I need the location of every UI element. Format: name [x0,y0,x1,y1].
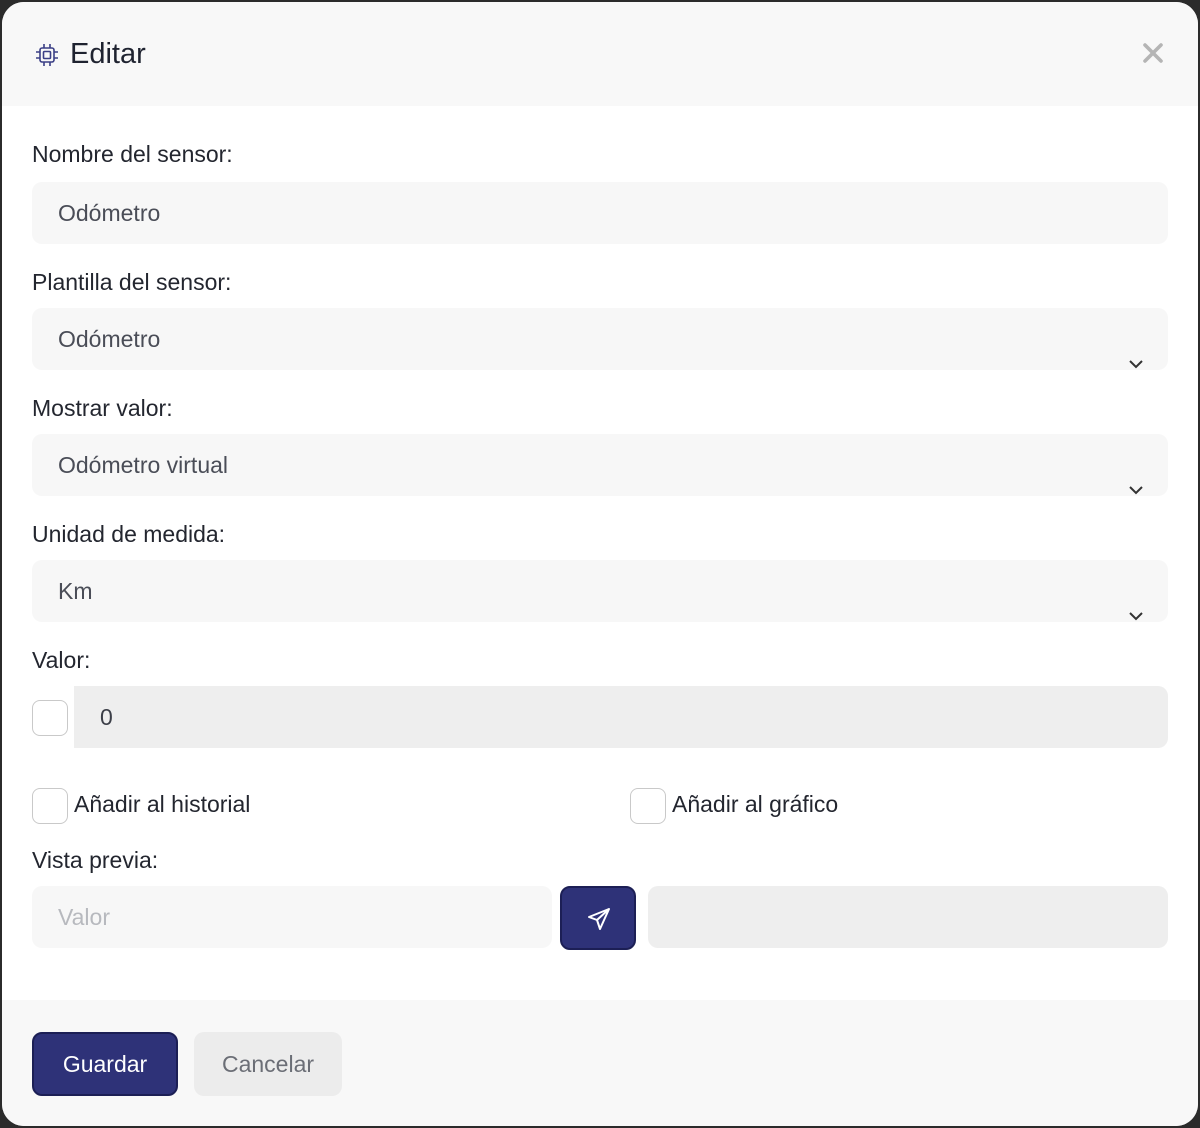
add-history-checkbox[interactable] [32,788,68,824]
cancel-button[interactable]: Cancelar [194,1032,342,1096]
sensor-name-input[interactable]: Odómetro [32,182,1168,244]
add-chart-label[interactable]: Añadir al gráfico [672,790,838,818]
edit-sensor-dialog: Editar Nombre del sensor: Odómetro Plant… [2,2,1198,1126]
chip-icon [34,42,60,68]
preview-input[interactable]: Valor [32,886,552,948]
unit-select[interactable]: Km [32,560,1168,622]
close-icon[interactable] [1138,38,1168,68]
dialog-header: Editar [2,2,1198,106]
chevron-down-icon [1128,584,1144,621]
show-value-select[interactable]: Odómetro virtual [32,434,1168,496]
chevron-down-icon [1128,458,1144,495]
save-button[interactable]: Guardar [32,1032,178,1096]
preview-placeholder: Valor [58,904,110,930]
show-value-label: Mostrar valor: [32,395,173,421]
preview-label: Vista previa: [32,847,159,873]
chevron-down-icon [1128,332,1144,369]
sensor-template-select[interactable]: Odómetro [32,308,1168,370]
unit-label: Unidad de medida: [32,521,226,547]
sensor-template-value: Odómetro [58,326,161,352]
preview-output [648,886,1168,948]
value-enable-checkbox[interactable] [32,700,68,736]
value-input[interactable]: 0 [74,686,1168,748]
dialog-footer: Guardar Cancelar [2,1000,1198,1126]
show-value-value: Odómetro virtual [58,452,229,478]
value-input-value: 0 [100,704,113,730]
sensor-name-label: Nombre del sensor: [32,141,233,167]
unit-value: Km [58,578,93,604]
send-preview-button[interactable] [560,886,636,950]
value-label: Valor: [32,647,91,673]
sensor-template-label: Plantilla del sensor: [32,269,232,295]
sensor-name-value: Odómetro [58,200,161,226]
send-icon [588,908,610,930]
dialog-title: Editar [70,38,146,70]
add-chart-checkbox[interactable] [630,788,666,824]
add-history-label[interactable]: Añadir al historial [74,790,250,818]
